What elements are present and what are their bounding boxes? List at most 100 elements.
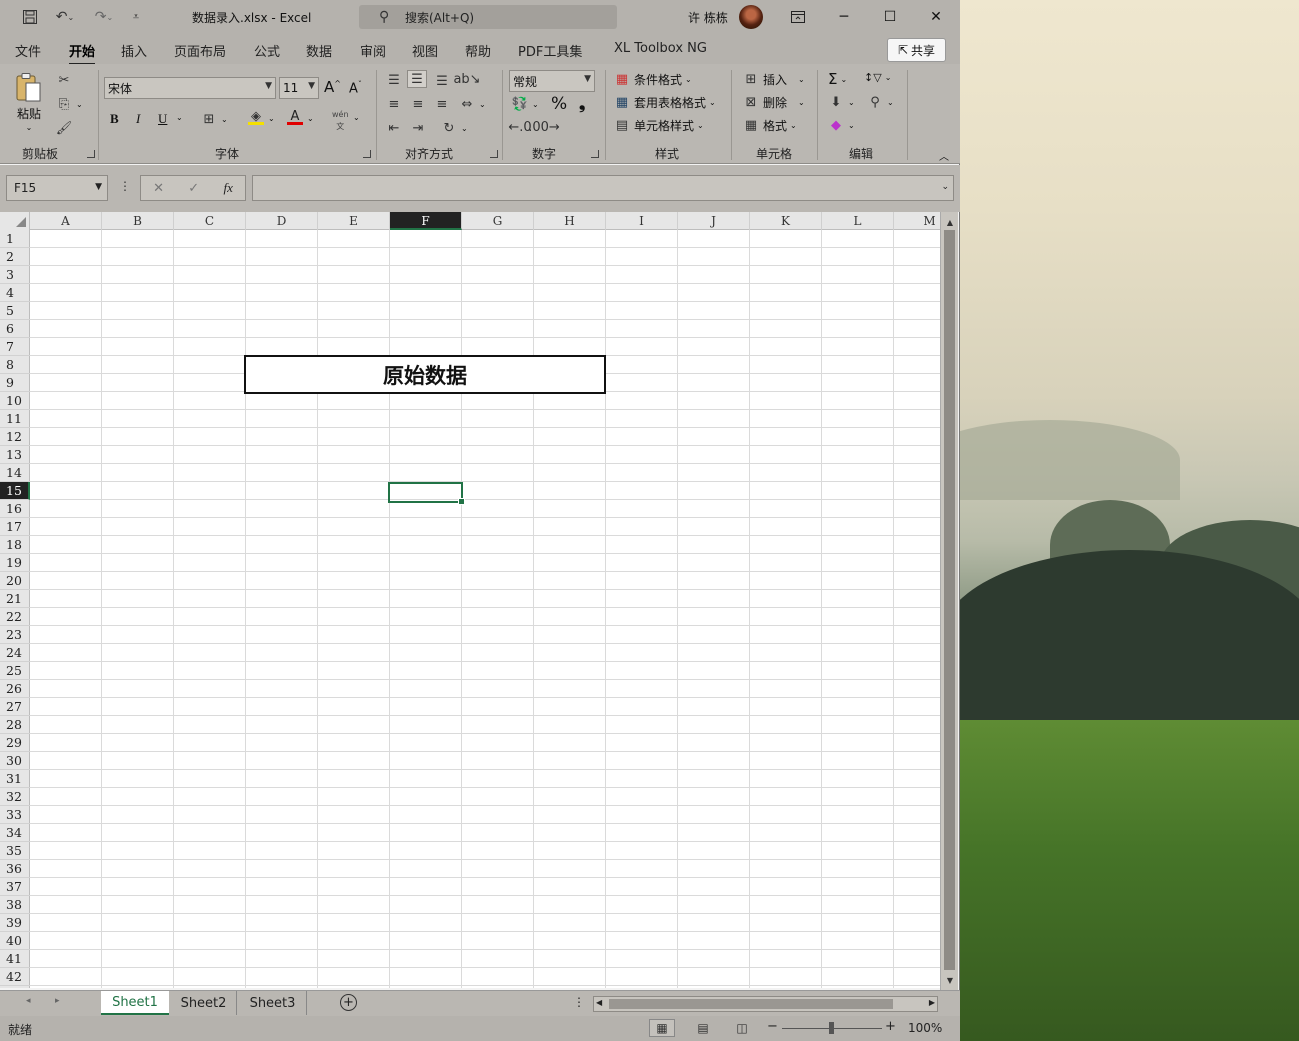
font-color-button[interactable]: A ⌄ — [286, 110, 314, 126]
row-header[interactable]: 37 — [0, 878, 30, 896]
tab-review[interactable]: 审阅 — [360, 41, 386, 60]
row-header[interactable]: 3 — [0, 266, 30, 284]
vertical-scroll-thumb[interactable] — [944, 230, 955, 970]
format-as-table-button[interactable]: ▦ 套用表格格式 ⌄ — [613, 94, 716, 111]
row-header[interactable]: 35 — [0, 842, 30, 860]
insert-function-icon[interactable]: fx — [223, 180, 232, 196]
decrease-decimal-button[interactable]: .00→ — [528, 119, 560, 135]
cell-styles-button[interactable]: ▤ 单元格样式 ⌄ — [613, 117, 704, 134]
row-header[interactable]: 7 — [0, 338, 30, 356]
phonetic-options-icon[interactable]: ⌄ — [353, 113, 360, 122]
vertical-scrollbar[interactable]: ▲ ▼ — [940, 212, 958, 990]
align-left-button[interactable]: ≡ — [385, 96, 403, 112]
row-header[interactable]: 39 — [0, 914, 30, 932]
font-size-select[interactable]: 11 ▼ — [279, 77, 319, 99]
phonetic-button[interactable]: wén 文 — [332, 110, 349, 131]
more-options-icon[interactable]: ⋮ — [119, 179, 131, 193]
row-header[interactable]: 17 — [0, 518, 30, 536]
customize-qat-icon[interactable]: ⩡ — [128, 7, 144, 27]
cells-area[interactable] — [30, 230, 940, 988]
increase-font-button[interactable]: A^ — [324, 78, 341, 96]
zoom-level[interactable]: 100% — [908, 1021, 942, 1035]
column-header[interactable]: D — [246, 212, 318, 230]
tab-xl-toolbox[interactable]: XL Toolbox NG — [614, 41, 707, 56]
row-header[interactable]: 6 — [0, 320, 30, 338]
row-header[interactable]: 9 — [0, 374, 30, 392]
row-header[interactable]: 40 — [0, 932, 30, 950]
tab-split-handle-icon[interactable]: ⋮ — [573, 995, 585, 1009]
row-header[interactable]: 25 — [0, 662, 30, 680]
tab-view[interactable]: 视图 — [412, 41, 438, 60]
row-header[interactable]: 33 — [0, 806, 30, 824]
row-header[interactable]: 2 — [0, 248, 30, 266]
font-name-select[interactable]: 宋体 ▼ — [104, 77, 276, 99]
row-header[interactable]: 8 — [0, 356, 30, 374]
zoom-slider-thumb[interactable] — [829, 1022, 834, 1034]
scroll-sheets-left-icon[interactable]: ◂ — [26, 996, 31, 1006]
sort-filter-button[interactable]: ↕▽ ⌄ — [864, 71, 891, 84]
tab-page-layout[interactable]: 页面布局 — [174, 41, 226, 60]
row-header[interactable]: 12 — [0, 428, 30, 446]
bold-button[interactable]: B — [110, 111, 119, 127]
font-launcher-icon[interactable] — [363, 150, 371, 158]
scroll-down-icon[interactable]: ▼ — [941, 972, 959, 988]
maximize-icon[interactable]: ☐ — [867, 0, 913, 34]
row-header[interactable]: 42 — [0, 968, 30, 986]
user-name[interactable]: 许 栋栋 — [688, 9, 728, 26]
column-header[interactable]: K — [750, 212, 822, 230]
align-center-button[interactable]: ≡ — [409, 96, 427, 112]
row-header[interactable]: 34 — [0, 824, 30, 842]
column-header[interactable]: B — [102, 212, 174, 230]
tab-file[interactable]: 文件 — [15, 41, 41, 60]
format-painter-button[interactable]: 🖌 — [55, 120, 73, 136]
column-header[interactable]: G — [462, 212, 534, 230]
align-middle-button[interactable]: ☰ — [407, 70, 427, 88]
column-header[interactable]: M — [894, 212, 940, 230]
row-header[interactable]: 30 — [0, 752, 30, 770]
name-box[interactable]: F15 ▼ — [6, 175, 108, 201]
autosum-button[interactable]: Σ ⌄ — [828, 70, 847, 88]
row-header[interactable]: 19 — [0, 554, 30, 572]
column-header[interactable]: A — [30, 212, 102, 230]
sheet-tab-1[interactable]: Sheet1 — [101, 991, 169, 1015]
fill-color-button[interactable]: ◈ ⌄ — [247, 110, 275, 126]
italic-button[interactable]: I — [136, 111, 140, 127]
borders-button[interactable]: ⊞ ⌄ — [200, 111, 228, 127]
active-cell-cursor[interactable] — [388, 482, 465, 505]
align-bottom-button[interactable]: ☰ — [433, 73, 451, 89]
collapse-ribbon-icon[interactable]: ︿ — [939, 148, 949, 163]
align-top-button[interactable]: ☰ — [385, 72, 403, 88]
tab-formulas[interactable]: 公式 — [254, 41, 280, 60]
find-select-button[interactable]: ⚲ ⌄ — [866, 94, 893, 110]
wrap-options-button[interactable]: ↻ ⌄ — [440, 120, 468, 136]
share-button[interactable]: ⇱ 共享 — [887, 38, 946, 62]
scroll-up-icon[interactable]: ▲ — [941, 214, 959, 230]
row-header[interactable]: 20 — [0, 572, 30, 590]
close-icon[interactable]: ✕ — [913, 0, 959, 34]
comma-style-button[interactable]: ❟ — [579, 94, 585, 114]
format-cells-button[interactable]: ▦ 格式 ⌄ — [742, 117, 797, 134]
row-header[interactable]: 13 — [0, 446, 30, 464]
increase-indent-button[interactable]: ⇥ — [409, 120, 427, 136]
row-header[interactable]: 29 — [0, 734, 30, 752]
delete-cells-button[interactable]: ⊠ 删除 ⌄ — [742, 94, 805, 111]
tab-home[interactable]: 开始 — [69, 41, 96, 66]
tab-help[interactable]: 帮助 — [465, 41, 491, 60]
orientation-button[interactable]: ab↘ — [453, 71, 480, 87]
row-header[interactable]: 18 — [0, 536, 30, 554]
search-box[interactable]: ⚲ 搜索(Alt+Q) — [359, 5, 617, 29]
clipboard-launcher-icon[interactable] — [87, 150, 95, 158]
row-header[interactable]: 24 — [0, 644, 30, 662]
sheet-tab-3[interactable]: Sheet3 — [239, 991, 307, 1015]
decrease-font-button[interactable]: Aˇ — [349, 80, 362, 96]
save-icon[interactable] — [20, 7, 40, 27]
column-header[interactable]: J — [678, 212, 750, 230]
decrease-indent-button[interactable]: ⇤ — [385, 120, 403, 136]
add-sheet-icon[interactable]: + — [340, 994, 357, 1011]
column-header[interactable]: F — [390, 212, 462, 230]
underline-options-icon[interactable]: ⌄ — [176, 113, 183, 122]
zoom-in-icon[interactable]: + — [885, 1019, 896, 1034]
sheet-tab-2[interactable]: Sheet2 — [171, 991, 237, 1015]
redo-icon[interactable]: ↷ ⌄ — [89, 7, 119, 27]
alignment-launcher-icon[interactable] — [490, 150, 498, 158]
